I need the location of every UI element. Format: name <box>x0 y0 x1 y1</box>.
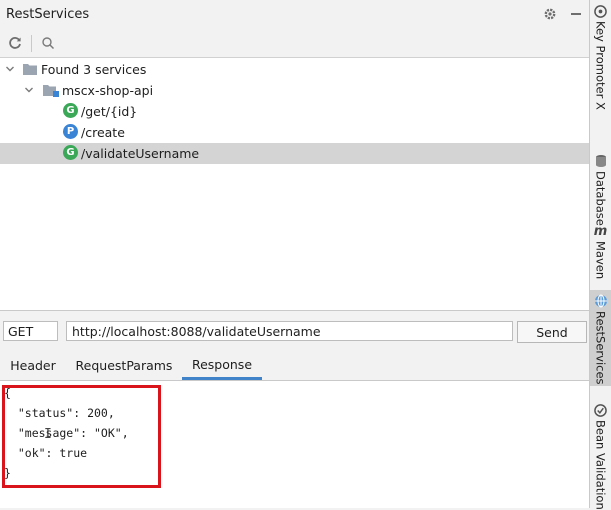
sidebar-item-database[interactable]: Database <box>590 150 611 226</box>
tree-module-label: mscx-shop-api <box>62 83 154 98</box>
post-method-icon: P <box>63 124 78 139</box>
request-tabs: Header RequestParams Response <box>0 351 589 381</box>
search-icon[interactable] <box>40 35 56 51</box>
key-promoter-icon <box>594 4 608 18</box>
get-method-icon: G <box>63 145 78 160</box>
chevron-down-icon[interactable] <box>5 64 15 74</box>
sidebar-item-label: Database <box>593 171 608 226</box>
url-input[interactable] <box>66 321 513 341</box>
tab-header[interactable]: Header <box>4 351 62 380</box>
sidebar-item-maven[interactable]: m Maven <box>590 220 611 282</box>
panel-title: RestServices <box>6 7 90 22</box>
rest-services-panel: RestServices Found 3 services mscx-shop-… <box>0 0 589 508</box>
panel-title-bar: RestServices <box>0 0 589 30</box>
tree-root-label: Found 3 services <box>41 62 147 77</box>
refresh-icon[interactable] <box>7 35 23 51</box>
endpoint-row[interactable]: G /get/{id} <box>0 101 589 122</box>
database-icon <box>594 154 608 168</box>
sidebar-item-label: Maven <box>593 241 608 280</box>
minimize-icon[interactable] <box>568 6 584 22</box>
endpoint-path: /create <box>81 125 125 140</box>
text-cursor-icon: I <box>44 427 52 442</box>
panel-toolbar <box>0 30 589 58</box>
endpoint-path: /validateUsername <box>81 146 200 161</box>
get-method-icon: G <box>63 103 78 118</box>
sidebar-item-key-promoter[interactable]: Key Promoter X <box>590 0 611 148</box>
rest-services-icon <box>594 294 608 308</box>
tree-module-row[interactable]: mscx-shop-api <box>0 80 589 101</box>
tool-window-sidebar: Key Promoter X Database m Maven RestServ… <box>589 0 611 510</box>
highlight-box <box>2 385 161 488</box>
tree-root-row[interactable]: Found 3 services <box>0 59 589 80</box>
sidebar-item-label: Key Promoter X <box>593 21 608 110</box>
tab-response[interactable]: Response <box>182 351 262 380</box>
endpoint-path: /get/{id} <box>81 104 138 119</box>
tab-request-params[interactable]: RequestParams <box>70 351 178 380</box>
maven-icon: m <box>593 223 608 239</box>
send-button[interactable]: Send <box>517 321 587 343</box>
sidebar-item-label: Bean Validation <box>593 420 608 510</box>
gear-icon[interactable] <box>542 6 558 22</box>
sidebar-item-rest-services[interactable]: RestServices <box>590 290 611 386</box>
endpoint-row-selected[interactable]: G /validateUsername <box>0 143 589 164</box>
bean-validation-icon <box>594 404 608 417</box>
request-bar: Send <box>0 310 589 352</box>
endpoint-row[interactable]: P /create <box>0 122 589 143</box>
chevron-down-icon[interactable] <box>24 85 34 95</box>
method-input[interactable] <box>3 321 58 341</box>
module-folder-icon <box>43 84 59 97</box>
sidebar-item-bean-validation[interactable]: Bean Validation <box>590 400 611 510</box>
service-tree: Found 3 services mscx-shop-api G /get/{i… <box>0 58 589 310</box>
toolbar-divider <box>31 35 32 52</box>
folder-icon <box>23 63 37 75</box>
sidebar-item-label: RestServices <box>593 311 608 385</box>
